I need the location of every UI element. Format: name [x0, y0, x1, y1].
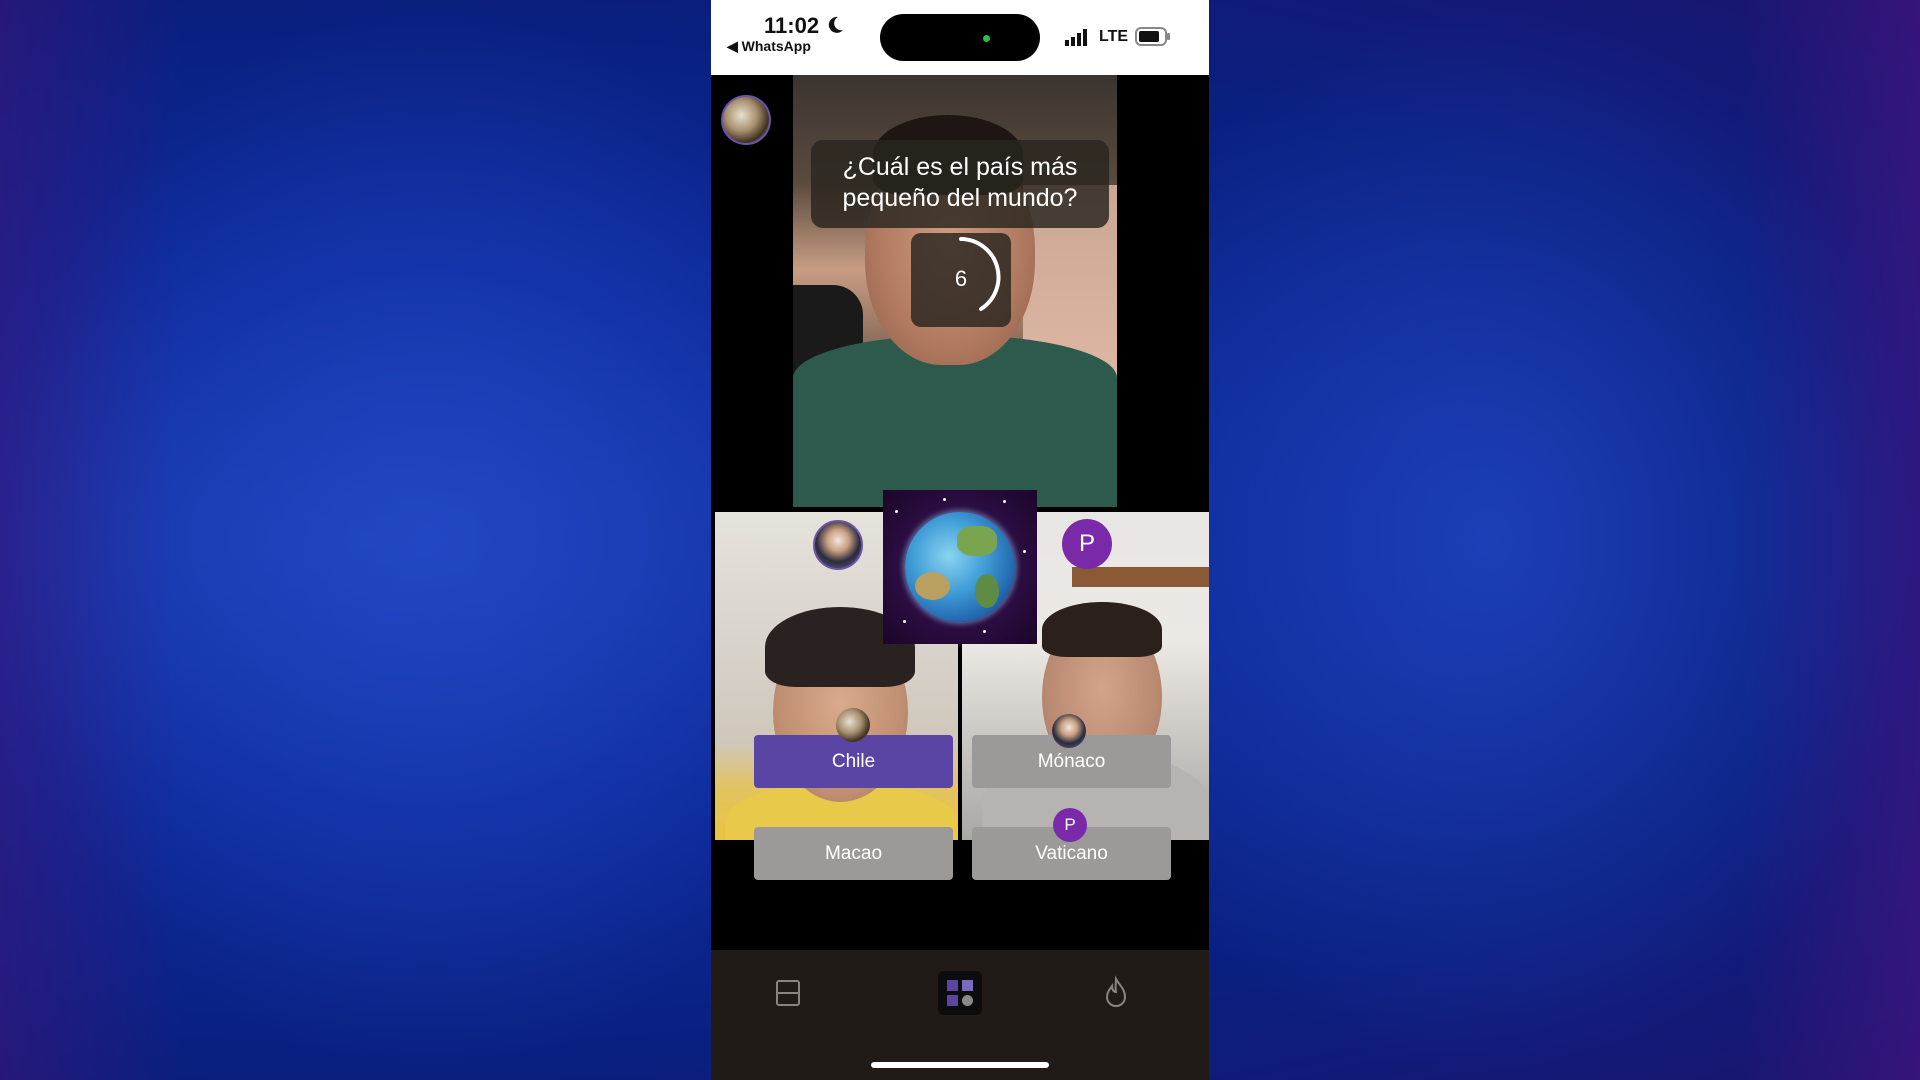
background-right	[1200, 0, 1920, 1080]
vote-avatar-monaco	[1052, 714, 1086, 748]
status-bar: 11:02 ◀ WhatsApp LTE	[711, 0, 1209, 75]
battery-icon	[1135, 27, 1170, 46]
bottom-toolbar	[711, 950, 1209, 1080]
avatar-left-player	[813, 520, 863, 570]
answer-macao-button[interactable]: Macao	[754, 827, 953, 880]
earth-image	[883, 490, 1037, 644]
answer-chile-button[interactable]: Chile	[754, 735, 953, 788]
moon-icon	[828, 16, 843, 33]
signal-icon	[1065, 29, 1087, 46]
status-time: 11:02	[764, 13, 820, 38]
layout-icon	[776, 980, 800, 1006]
back-to-whatsapp-link[interactable]: ◀ WhatsApp	[727, 38, 811, 55]
avatar-p-player: P	[1062, 519, 1112, 569]
avatar-top-player	[721, 95, 771, 145]
home-indicator[interactable]	[871, 1062, 1049, 1068]
fire-icon	[1105, 975, 1127, 1007]
grid-games-icon	[947, 980, 973, 1006]
timer-number: 6	[954, 266, 968, 291]
games-button[interactable]	[938, 971, 982, 1015]
globe-icon	[905, 512, 1015, 622]
countdown-timer: 6	[911, 233, 1011, 327]
network-type: LTE	[1099, 28, 1129, 45]
phone-screen: 11:02 ◀ WhatsApp LTE ¿Cuál es el país má…	[711, 0, 1209, 1080]
background-left	[0, 0, 720, 1080]
layout-button[interactable]	[766, 971, 810, 1015]
effects-button[interactable]	[1094, 971, 1138, 1015]
dynamic-island	[880, 14, 1040, 61]
vote-avatar-vaticano: P	[1053, 808, 1087, 842]
question-text: ¿Cuál es el país más pequeño del mundo?	[811, 140, 1109, 228]
vote-avatar-chile	[836, 708, 870, 742]
camera-indicator-icon	[983, 35, 990, 42]
